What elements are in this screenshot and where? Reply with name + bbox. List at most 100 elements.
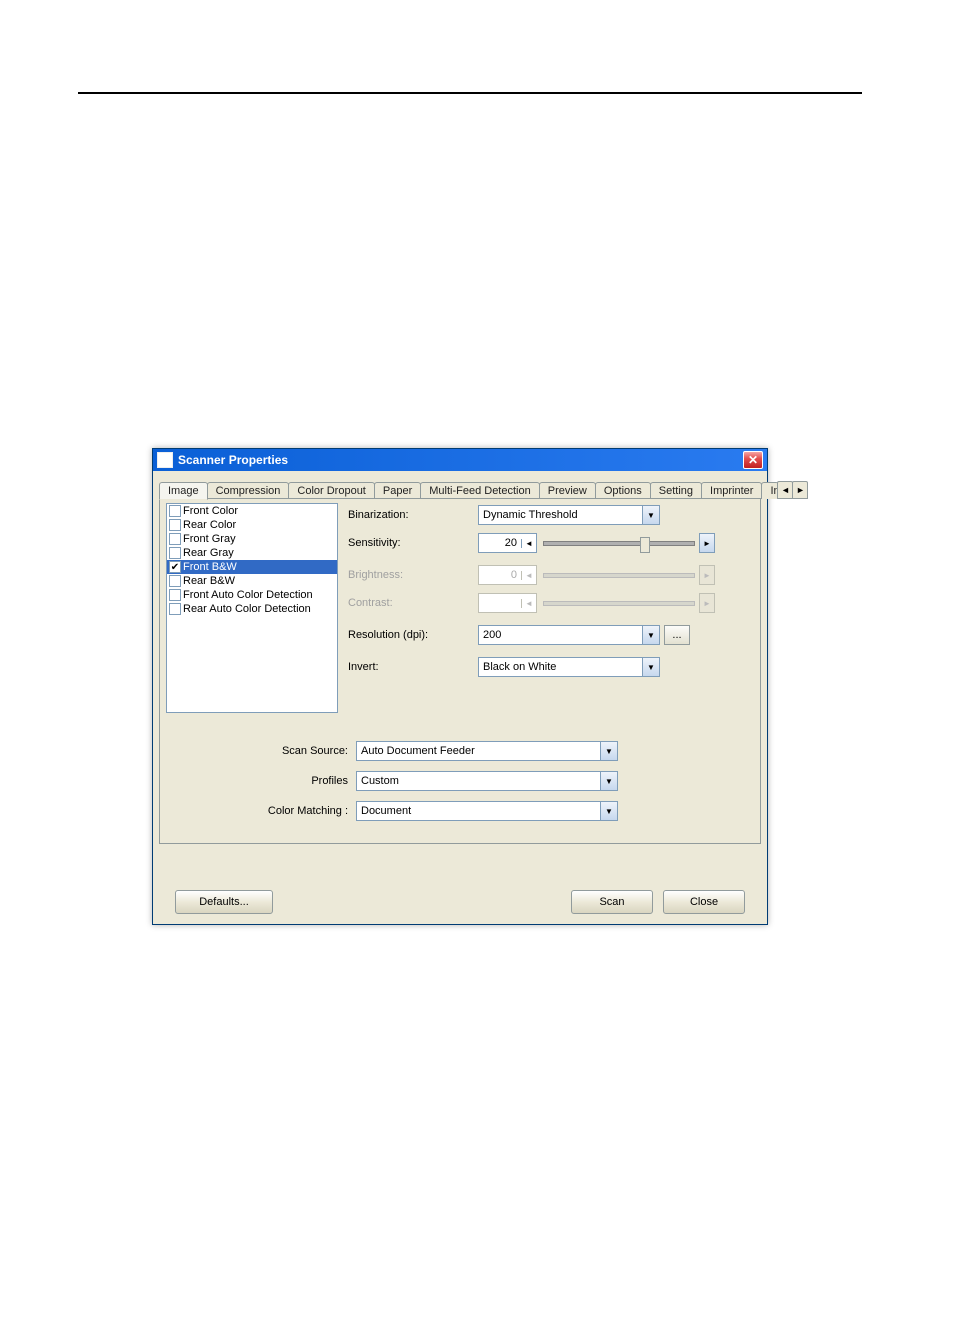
profiles-value: Custom — [357, 775, 600, 787]
spin-left-icon: ◄ — [521, 571, 536, 580]
spin-left-icon: ◄ — [521, 599, 536, 608]
tab-multi-feed-detection[interactable]: Multi-Feed Detection — [420, 482, 540, 499]
checkbox-icon[interactable] — [169, 519, 181, 531]
chevron-down-icon[interactable]: ▼ — [600, 802, 617, 820]
list-item[interactable]: Front Gray — [167, 532, 337, 546]
scan-button[interactable]: Scan — [571, 890, 653, 914]
brightness-spin: 0 ◄ — [478, 565, 537, 585]
scan-source-label: Scan Source: — [166, 745, 356, 757]
defaults-button[interactable]: Defaults... — [175, 890, 273, 914]
row-resolution: Resolution (dpi): 200 ▼ ... — [348, 625, 754, 645]
slider-track — [543, 573, 695, 578]
tab-scroll: ◄ ► — [778, 481, 808, 499]
upper-panel: Front Color Rear Color Front Gray Rear G… — [166, 503, 754, 713]
row-contrast: Contrast: ◄ ► — [348, 593, 754, 613]
scan-source-value: Auto Document Feeder — [357, 745, 600, 757]
resolution-more-button[interactable]: ... — [664, 625, 690, 645]
list-item[interactable]: Rear Gray — [167, 546, 337, 560]
checkbox-icon[interactable] — [169, 603, 181, 615]
chevron-down-icon[interactable]: ▼ — [642, 658, 659, 676]
chevron-down-icon[interactable]: ▼ — [642, 506, 659, 524]
list-item-label: Front Auto Color Detection — [183, 589, 313, 601]
profiles-combo[interactable]: Custom ▼ — [356, 771, 618, 791]
binarization-value: Dynamic Threshold — [479, 509, 642, 521]
invert-value: Black on White — [479, 661, 642, 673]
spin-right-icon: ► — [699, 565, 715, 585]
resolution-combo[interactable]: 200 ▼ — [478, 625, 660, 645]
spin-right-icon: ► — [699, 593, 715, 613]
list-item[interactable]: Front Color — [167, 504, 337, 518]
list-item-label: Rear Color — [183, 519, 236, 531]
tab-scroll-right-icon[interactable]: ► — [792, 481, 808, 499]
tab-preview[interactable]: Preview — [539, 482, 596, 499]
close-icon[interactable]: ✕ — [743, 451, 763, 469]
scan-source-combo[interactable]: Auto Document Feeder ▼ — [356, 741, 618, 761]
checkbox-icon[interactable] — [169, 505, 181, 517]
list-item[interactable]: Front Auto Color Detection — [167, 588, 337, 602]
list-item[interactable]: Rear B&W — [167, 574, 337, 588]
chevron-down-icon[interactable]: ▼ — [600, 742, 617, 760]
tab-paper[interactable]: Paper — [374, 482, 421, 499]
binarization-label: Binarization: — [348, 509, 478, 521]
list-item-label: Rear Auto Color Detection — [183, 603, 311, 615]
color-matching-value: Document — [357, 805, 600, 817]
tab-imprinter[interactable]: Imprinter — [701, 482, 762, 499]
list-item[interactable]: Rear Color — [167, 518, 337, 532]
color-matching-combo[interactable]: Document ▼ — [356, 801, 618, 821]
checkbox-icon[interactable] — [169, 547, 181, 559]
resolution-label: Resolution (dpi): — [348, 629, 478, 641]
contrast-spin: ◄ — [478, 593, 537, 613]
tab-color-dropout[interactable]: Color Dropout — [288, 482, 374, 499]
checkbox-icon[interactable] — [169, 533, 181, 545]
brightness-slider: ► — [543, 566, 715, 584]
check-icon: ✔ — [171, 562, 179, 573]
tab-bar: Image Compression Color Dropout Paper Mu… — [159, 479, 761, 499]
row-profiles: Profiles Custom ▼ — [166, 771, 754, 791]
list-item-label: Rear Gray — [183, 547, 234, 559]
brightness-label: Brightness: — [348, 569, 478, 581]
sensitivity-slider[interactable]: ► — [543, 534, 715, 552]
profiles-label: Profiles — [166, 775, 356, 787]
list-item-label: Rear B&W — [183, 575, 235, 587]
row-color-matching: Color Matching : Document ▼ — [166, 801, 754, 821]
spin-right-icon[interactable]: ► — [699, 533, 715, 553]
header-rule — [78, 92, 862, 94]
resolution-value: 200 — [479, 629, 642, 641]
close-button[interactable]: Close — [663, 890, 745, 914]
tab-compression[interactable]: Compression — [207, 482, 290, 499]
binarization-combo[interactable]: Dynamic Threshold ▼ — [478, 505, 660, 525]
list-item[interactable]: ✔ Front B&W — [167, 560, 337, 574]
controls-panel: Binarization: Dynamic Threshold ▼ Sensit… — [348, 503, 754, 713]
scanner-properties-dialog: Scanner Properties ✕ Image Compression C… — [152, 448, 768, 925]
contrast-slider: ► — [543, 594, 715, 612]
dialog-body: Image Compression Color Dropout Paper Mu… — [153, 471, 767, 924]
chevron-down-icon[interactable]: ▼ — [600, 772, 617, 790]
titlebar[interactable]: Scanner Properties ✕ — [153, 449, 767, 471]
tab-setting[interactable]: Setting — [650, 482, 702, 499]
window-title: Scanner Properties — [178, 453, 743, 467]
chevron-down-icon[interactable]: ▼ — [642, 626, 659, 644]
sensitivity-label: Sensitivity: — [348, 537, 478, 549]
row-scan-source: Scan Source: Auto Document Feeder ▼ — [166, 741, 754, 761]
sensitivity-spin[interactable]: 20 ◄ — [478, 533, 537, 553]
list-item-label: Front Color — [183, 505, 238, 517]
row-sensitivity: Sensitivity: 20 ◄ ► — [348, 533, 754, 553]
list-item-label: Front Gray — [183, 533, 236, 545]
slider-track[interactable] — [543, 541, 695, 546]
checkbox-icon[interactable] — [169, 589, 181, 601]
row-brightness: Brightness: 0 ◄ ► — [348, 565, 754, 585]
spacer — [273, 890, 571, 914]
checkbox-icon[interactable] — [169, 575, 181, 587]
tab-image[interactable]: Image — [159, 482, 208, 500]
app-icon — [157, 452, 173, 468]
invert-combo[interactable]: Black on White ▼ — [478, 657, 660, 677]
list-item[interactable]: Rear Auto Color Detection — [167, 602, 337, 616]
contrast-label: Contrast: — [348, 597, 478, 609]
checkbox-icon[interactable]: ✔ — [169, 561, 181, 573]
spin-left-icon[interactable]: ◄ — [521, 539, 536, 548]
slider-thumb[interactable] — [640, 537, 650, 553]
tab-options[interactable]: Options — [595, 482, 651, 499]
image-selection-list[interactable]: Front Color Rear Color Front Gray Rear G… — [166, 503, 338, 713]
tab-scroll-left-icon[interactable]: ◄ — [777, 481, 793, 499]
invert-label: Invert: — [348, 661, 478, 673]
